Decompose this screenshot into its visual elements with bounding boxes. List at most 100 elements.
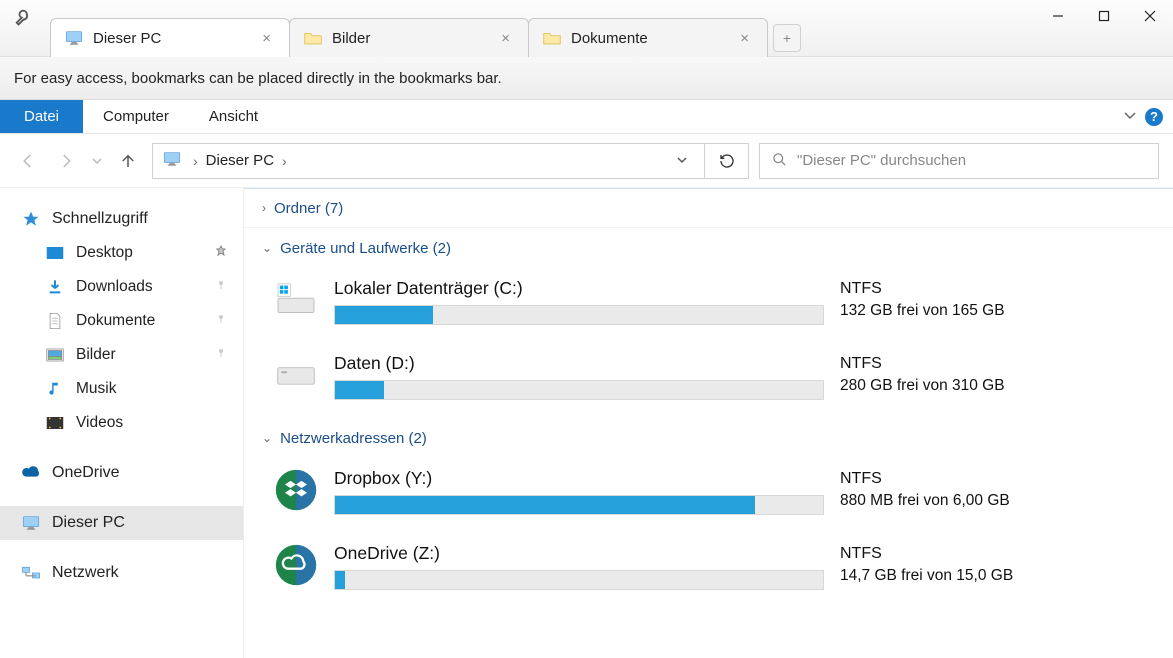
tab-strip: Dieser PC × Bilder × Dokumente × + — [50, 0, 801, 57]
sidebar-this-pc[interactable]: Dieser PC — [0, 506, 243, 540]
document-icon — [44, 312, 66, 330]
maximize-button[interactable] — [1081, 0, 1127, 32]
tab-close-icon[interactable]: × — [258, 30, 275, 47]
capacity-fill — [335, 496, 755, 514]
bookmarks-info-bar: For easy access, bookmarks can be placed… — [0, 57, 1173, 100]
content-pane: › Ordner (7) ⌄ Geräte und Laufwerke (2) … — [244, 188, 1173, 658]
up-button[interactable] — [114, 147, 142, 175]
body: Schnellzugriff Desktop Downloads Dokumen… — [0, 188, 1173, 658]
drive-name: Lokaler Datenträger (C:) — [334, 278, 824, 299]
drive-item[interactable]: OneDrive (Z:) NTFS 14,7 GB frei von 15,0… — [244, 533, 1173, 608]
sidebar-item-music[interactable]: Musik — [0, 372, 243, 406]
sidebar-item-downloads[interactable]: Downloads — [0, 270, 243, 304]
tab-close-icon[interactable]: × — [736, 30, 753, 47]
close-button[interactable] — [1127, 0, 1173, 32]
ribbon-menu: Datei Computer Ansicht ? — [0, 100, 1173, 134]
capacity-bar — [334, 380, 824, 400]
address-bar[interactable]: › Dieser PC › — [152, 143, 705, 179]
sidebar-onedrive[interactable]: OneDrive — [0, 456, 243, 490]
navigation-row: › Dieser PC › "Dieser PC" durchsuchen — [0, 134, 1173, 188]
download-icon — [44, 279, 66, 295]
section-drives[interactable]: ⌄ Geräte und Laufwerke (2) — [244, 228, 1173, 268]
sidebar-item-documents[interactable]: Dokumente — [0, 304, 243, 338]
drive-free-text: 14,7 GB frei von 15,0 GB — [840, 567, 1155, 585]
help-icon[interactable]: ? — [1145, 108, 1163, 126]
capacity-bar — [334, 570, 824, 590]
settings-wrench-icon[interactable] — [0, 0, 50, 30]
capacity-bar — [334, 495, 824, 515]
dropbox-icon — [274, 468, 318, 512]
tab-label: Bilder — [332, 30, 497, 47]
sidebar-item-videos[interactable]: Videos — [0, 406, 243, 440]
star-icon — [20, 210, 42, 228]
drive-icon — [274, 353, 318, 397]
folder-icon — [304, 31, 322, 45]
pin-icon[interactable] — [215, 312, 227, 330]
titlebar: Dieser PC × Bilder × Dokumente × + — [0, 0, 1173, 57]
ribbon-collapse-icon[interactable] — [1123, 108, 1137, 125]
pin-icon[interactable] — [215, 244, 227, 262]
pc-icon — [65, 31, 83, 45]
drive-name: Dropbox (Y:) — [334, 468, 824, 489]
pc-icon — [20, 516, 42, 530]
chevron-down-icon: ⌄ — [262, 241, 272, 255]
drive-filesystem: NTFS — [840, 280, 1155, 298]
sidebar-item-desktop[interactable]: Desktop — [0, 236, 243, 270]
pc-icon — [163, 152, 181, 169]
refresh-button[interactable] — [705, 143, 749, 179]
forward-button[interactable] — [52, 147, 80, 175]
drive-name: OneDrive (Z:) — [334, 543, 824, 564]
address-history-dropdown[interactable] — [670, 153, 694, 169]
minimize-button[interactable] — [1035, 0, 1081, 32]
drive-item[interactable]: Daten (D:) NTFS 280 GB frei von 310 GB — [244, 343, 1173, 418]
ribbon-computer[interactable]: Computer — [83, 100, 189, 133]
drive-free-text: 280 GB frei von 310 GB — [840, 377, 1155, 395]
ribbon-view[interactable]: Ansicht — [189, 100, 278, 133]
capacity-fill — [335, 381, 384, 399]
drive-free-text: 132 GB frei von 165 GB — [840, 302, 1155, 320]
capacity-fill — [335, 571, 345, 589]
info-text: For easy access, bookmarks can be placed… — [14, 70, 502, 87]
tab-bilder[interactable]: Bilder × — [289, 18, 529, 57]
drive-item[interactable]: Lokaler Datenträger (C:) NTFS 132 GB fre… — [244, 268, 1173, 343]
video-icon — [44, 416, 66, 430]
recent-dropdown-icon[interactable] — [90, 147, 104, 175]
onedrive-icon — [274, 543, 318, 587]
drive-item[interactable]: Dropbox (Y:) NTFS 880 MB frei von 6,00 G… — [244, 458, 1173, 533]
chevron-right-icon: › — [262, 201, 266, 215]
tab-dokumente[interactable]: Dokumente × — [528, 18, 768, 57]
search-box[interactable]: "Dieser PC" durchsuchen — [759, 143, 1159, 179]
ribbon-file[interactable]: Datei — [0, 100, 83, 133]
new-tab-button[interactable]: + — [773, 24, 801, 52]
chevron-right-icon[interactable]: › — [282, 153, 287, 169]
drive-filesystem: NTFS — [840, 355, 1155, 373]
drive-filesystem: NTFS — [840, 545, 1155, 563]
chevron-down-icon: ⌄ — [262, 431, 272, 445]
sidebar: Schnellzugriff Desktop Downloads Dokumen… — [0, 188, 244, 658]
window-controls — [1035, 0, 1173, 32]
sidebar-item-pictures[interactable]: Bilder — [0, 338, 243, 372]
tab-label: Dokumente — [571, 30, 736, 47]
section-folders[interactable]: › Ordner (7) — [244, 188, 1173, 228]
folder-icon — [543, 31, 561, 45]
tab-close-icon[interactable]: × — [497, 30, 514, 47]
drive-filesystem: NTFS — [840, 470, 1155, 488]
chevron-right-icon[interactable]: › — [193, 153, 198, 169]
desktop-icon — [44, 246, 66, 260]
drive-free-text: 880 MB frei von 6,00 GB — [840, 492, 1155, 510]
pin-icon[interactable] — [215, 346, 227, 364]
drive-name: Daten (D:) — [334, 353, 824, 374]
cloud-icon — [20, 466, 42, 480]
search-icon — [772, 152, 787, 170]
sidebar-quick-access[interactable]: Schnellzugriff — [0, 202, 243, 236]
capacity-fill — [335, 306, 433, 324]
back-button[interactable] — [14, 147, 42, 175]
section-network-locations[interactable]: ⌄ Netzwerkadressen (2) — [244, 418, 1173, 458]
network-icon — [20, 565, 42, 581]
tab-label: Dieser PC — [93, 30, 258, 47]
tab-dieser-pc[interactable]: Dieser PC × — [50, 18, 290, 57]
sidebar-network[interactable]: Netzwerk — [0, 556, 243, 590]
search-placeholder: "Dieser PC" durchsuchen — [797, 152, 966, 169]
pin-icon[interactable] — [215, 278, 227, 296]
breadcrumb-root[interactable]: Dieser PC — [206, 152, 274, 169]
